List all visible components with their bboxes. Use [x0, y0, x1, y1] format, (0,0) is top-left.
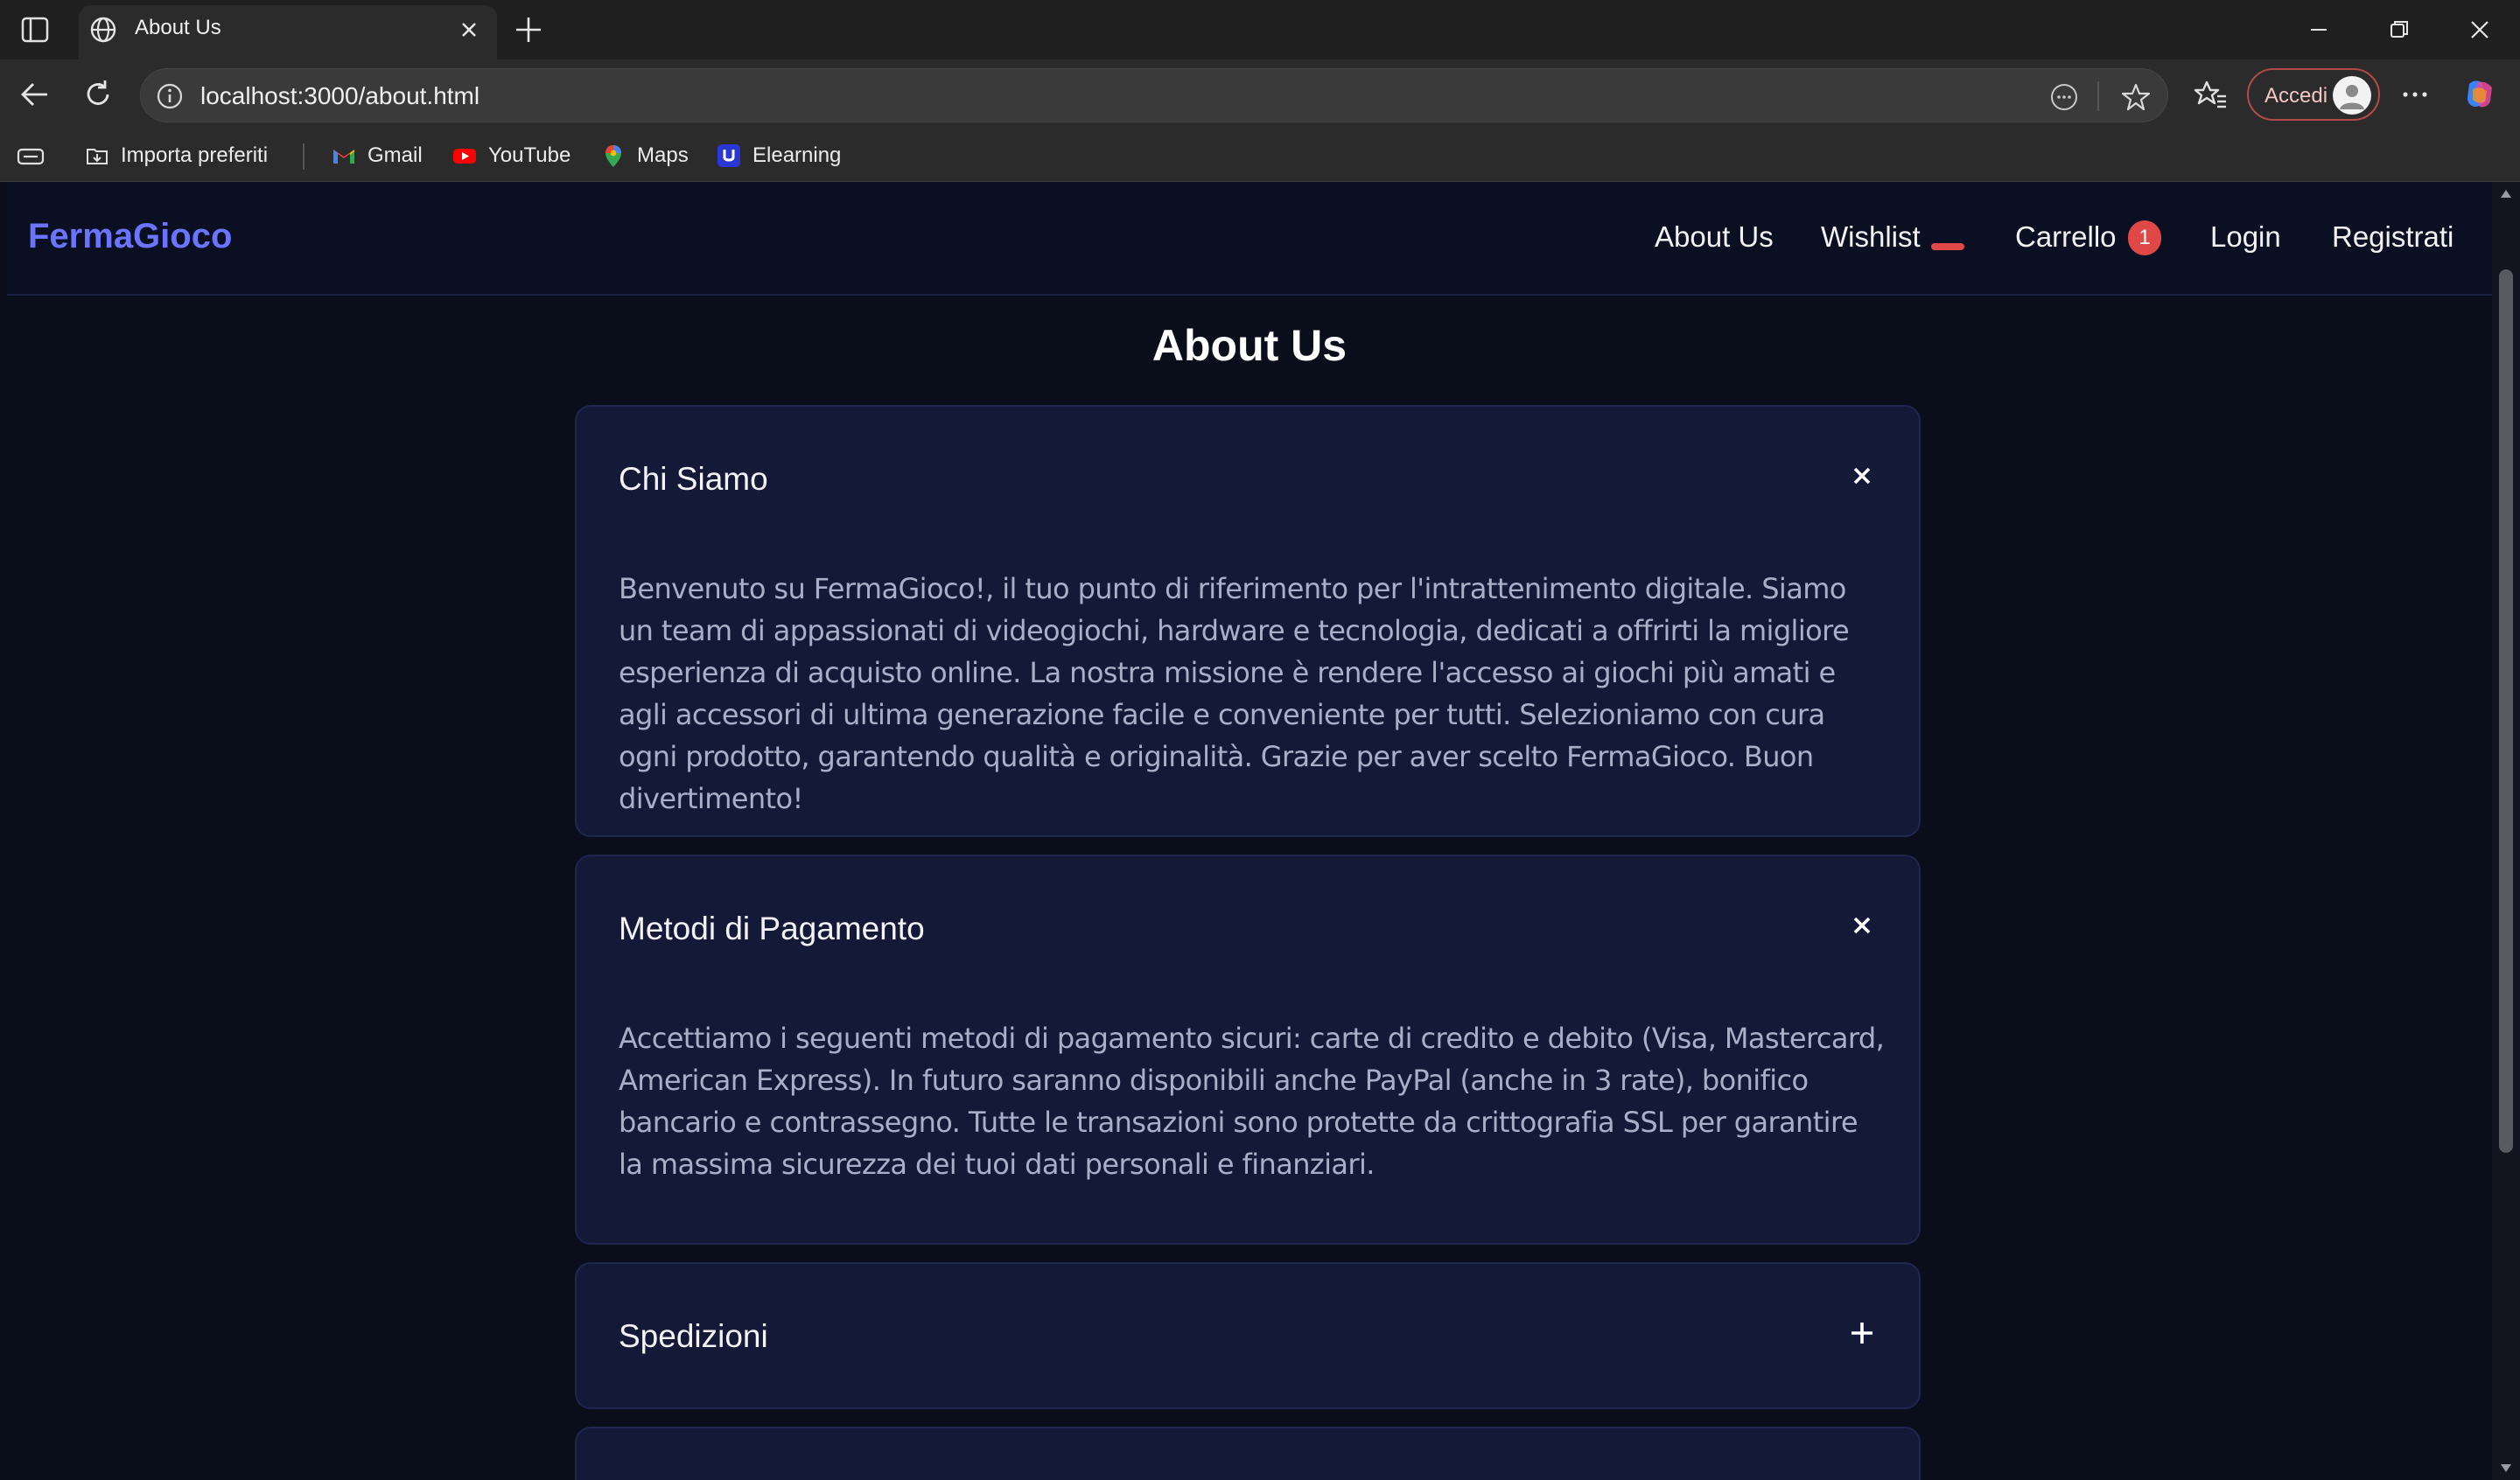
bookmark-maps[interactable]: Maps: [600, 140, 689, 171]
address-bar[interactable]: localhost:3000/about.html: [140, 68, 2168, 122]
close-window-icon[interactable]: [2462, 12, 2497, 47]
nav-about-us[interactable]: About Us: [1655, 220, 1774, 254]
bookmark-label: Importa preferiti: [121, 143, 269, 167]
page-title: About Us: [1152, 321, 1348, 370]
sign-in-button[interactable]: Accedi: [2247, 68, 2380, 121]
close-tab-icon[interactable]: [455, 16, 483, 44]
gmail-icon: [333, 150, 354, 164]
bookmark-label: Gmail: [368, 143, 423, 167]
accordion-next-section[interactable]: [575, 1427, 1921, 1480]
maps-icon: [606, 145, 621, 167]
bookmark-separator: [303, 143, 304, 170]
sign-in-label: Accedi: [2264, 84, 2328, 108]
browser-toolbar: localhost:3000/about.html Accedi: [0, 59, 2520, 131]
profile-avatar-icon: [2333, 76, 2371, 115]
youtube-icon: [453, 149, 476, 164]
collapse-icon[interactable]: [1847, 911, 1877, 940]
import-favorites-icon: [87, 149, 108, 164]
bookmark-label: YouTube: [488, 143, 571, 167]
nav-register[interactable]: Registrati: [2332, 220, 2454, 254]
reload-icon[interactable]: [79, 75, 117, 114]
bookmark-import-favorites[interactable]: Importa preferiti: [84, 140, 268, 171]
copilot-icon[interactable]: [2460, 75, 2499, 114]
bookmark-gmail[interactable]: Gmail: [331, 140, 423, 171]
cart-count-badge: 1: [2128, 220, 2161, 255]
favorites-icon[interactable]: [2191, 75, 2230, 114]
accordion-spedizioni[interactable]: Spedizioni: [575, 1262, 1921, 1409]
new-tab-icon[interactable]: [511, 12, 546, 47]
accordion-body: Benvenuto su FermaGioco!, il tuo punto d…: [619, 572, 1850, 815]
bookmark-youtube[interactable]: YouTube: [452, 140, 570, 171]
scrollbar-thumb[interactable]: [2499, 269, 2513, 1153]
restore-icon[interactable]: [2382, 12, 2417, 47]
nav-login[interactable]: Login: [2210, 220, 2281, 254]
site-info-icon[interactable]: [155, 81, 185, 111]
bookmark-label: Maps: [637, 143, 689, 167]
scroll-down-icon[interactable]: [2499, 1461, 2513, 1475]
address-divider: [2097, 81, 2099, 111]
wishlist-indicator: [1931, 243, 1964, 250]
tab-actions-icon[interactable]: [18, 14, 52, 45]
accordion-title[interactable]: Spedizioni: [619, 1318, 768, 1355]
browser-tab-bar: About Us: [0, 0, 2520, 59]
site-navbar: FermaGioco About Us Wishlist Carrello 1 …: [7, 182, 2492, 296]
scroll-up-icon[interactable]: [2499, 187, 2513, 201]
globe-icon: [90, 17, 116, 43]
star-icon[interactable]: [2120, 81, 2152, 113]
reading-mode-icon[interactable]: [2048, 81, 2080, 113]
site-logo[interactable]: FermaGioco: [28, 217, 232, 256]
bookmark-elearning[interactable]: Elearning: [716, 140, 841, 171]
more-options-icon[interactable]: [2396, 75, 2434, 114]
page-viewport: FermaGioco About Us Wishlist Carrello 1 …: [7, 182, 2492, 1480]
collapse-icon[interactable]: [1847, 461, 1877, 491]
nav-wishlist[interactable]: Wishlist: [1821, 220, 1921, 254]
elearning-icon: [718, 144, 740, 167]
back-icon[interactable]: [16, 75, 54, 114]
bookmarks-bar: Importa preferiti Gmail YouTube Maps Ele…: [0, 131, 2520, 182]
page-scrollbar[interactable]: [2492, 182, 2520, 1480]
nav-cart[interactable]: Carrello: [2015, 220, 2117, 254]
tab-title: About Us: [135, 16, 221, 39]
url-text[interactable]: localhost:3000/about.html: [200, 82, 480, 110]
minimize-icon[interactable]: [2301, 12, 2336, 47]
accordion-title[interactable]: Metodi di Pagamento: [619, 911, 925, 947]
accordion-title[interactable]: Chi Siamo: [619, 461, 768, 498]
accordion-chi-siamo: Chi Siamo Benvenuto su FermaGioco!, il t…: [575, 405, 1921, 837]
accordion-metodi-di-pagamento: Metodi di Pagamento Accettiamo i seguent…: [575, 855, 1921, 1245]
collections-icon[interactable]: [16, 143, 46, 170]
expand-icon[interactable]: [1847, 1318, 1877, 1348]
accordion-body: Accettiamo i seguenti metodi di pagament…: [619, 1022, 1885, 1181]
bookmark-label: Elearning: [752, 143, 842, 167]
